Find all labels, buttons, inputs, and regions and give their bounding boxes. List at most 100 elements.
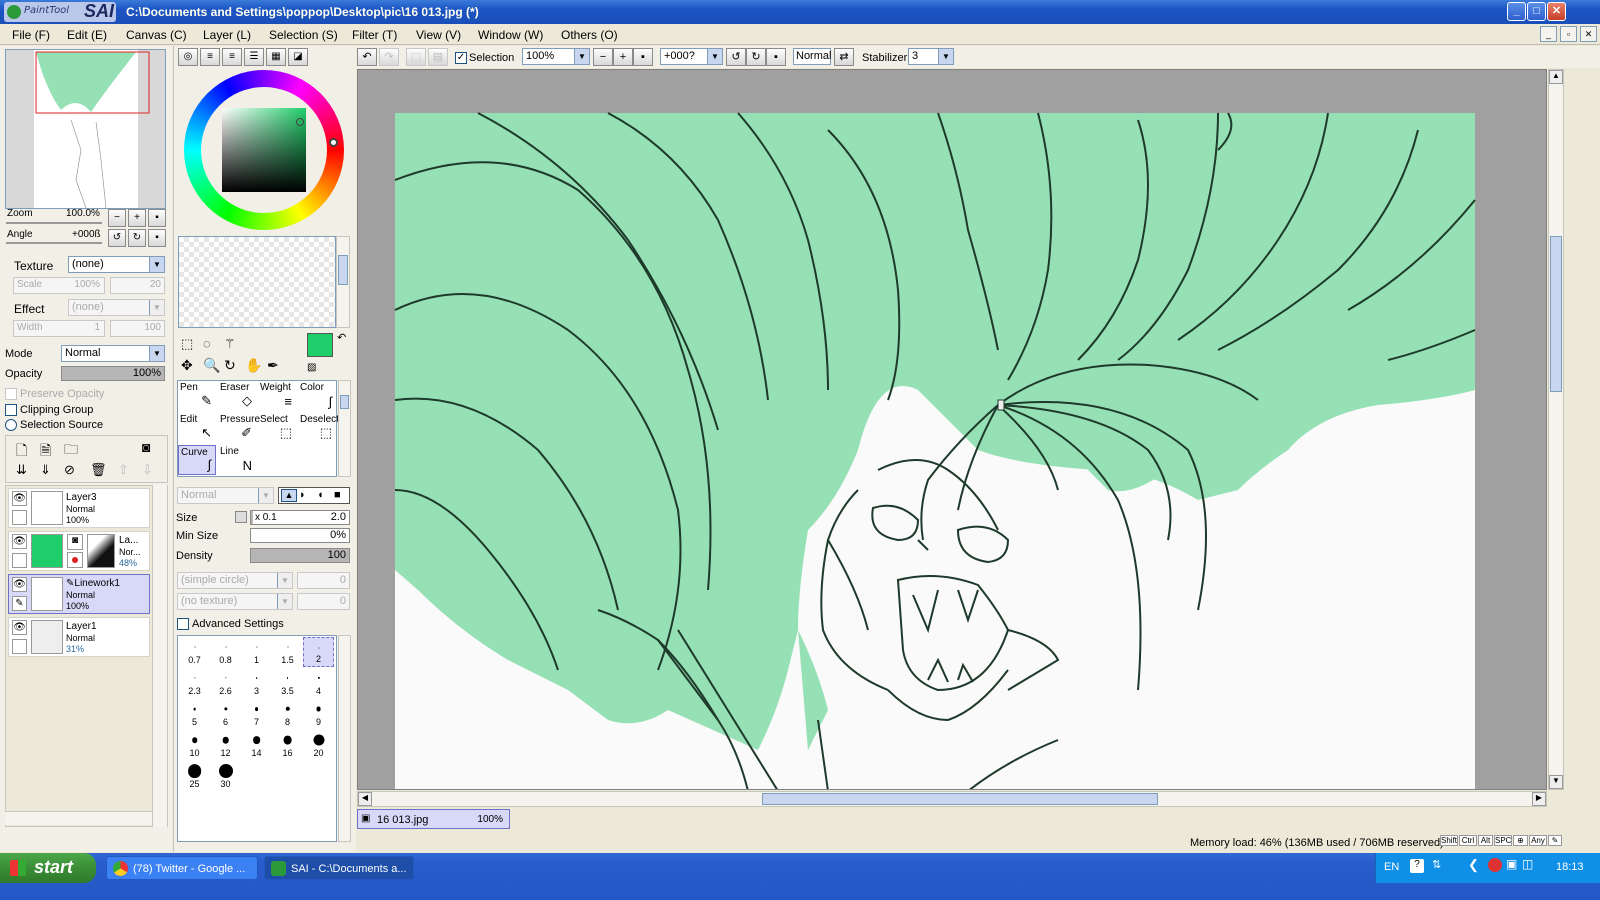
tool-pen[interactable]: Pen ✎ xyxy=(178,381,216,411)
opera-icon[interactable] xyxy=(1488,858,1502,872)
brush-size-cell[interactable]: 2 xyxy=(303,637,334,667)
brush-texture-amount[interactable]: 0 xyxy=(297,593,350,610)
maximize-button[interactable]: □ xyxy=(1527,2,1546,21)
magic-wand-icon[interactable]: ⚚ xyxy=(224,336,236,352)
brush-size-cell[interactable]: 3 xyxy=(241,668,272,698)
tool-line[interactable]: Line N xyxy=(218,445,256,475)
layer-down-icon[interactable]: ⇩ xyxy=(142,462,153,478)
rotate-cw-button[interactable]: ↻ xyxy=(746,48,766,66)
vscroll-thumb[interactable] xyxy=(1550,236,1562,392)
canvas-viewport[interactable] xyxy=(357,69,1547,790)
color-sv-square[interactable] xyxy=(222,108,306,192)
rotate-reset-toolbar-button[interactable]: ▪ xyxy=(766,48,786,66)
layer-mask-icon[interactable]: ◙ xyxy=(142,439,150,455)
invert-selection-button[interactable]: ▤ xyxy=(428,48,448,66)
rotate-tool-icon[interactable]: ↻ xyxy=(224,357,236,374)
selection-source-radio[interactable] xyxy=(5,419,17,431)
layer-row-linework1[interactable]: 👁 ✎ ✎Linework1 Normal 100% xyxy=(8,574,150,614)
brush-shape-select[interactable]: (simple circle) ▼ xyxy=(177,572,293,589)
color-sv-cursor[interactable] xyxy=(296,118,304,126)
zoom-reset-toolbar-button[interactable]: ▪ xyxy=(633,48,653,66)
close-button[interactable]: ✕ xyxy=(1547,2,1566,21)
tray-expand-icon[interactable]: ❮ xyxy=(1468,857,1479,873)
rotate-left-button[interactable]: ↺ xyxy=(108,229,126,247)
layer-list-hscrollbar[interactable] xyxy=(5,811,152,825)
brush-size-cell[interactable]: 14 xyxy=(241,730,272,760)
layer-mode-select[interactable]: Normal ▼ xyxy=(61,345,165,362)
clipping-group-checkbox[interactable] xyxy=(5,404,17,416)
transparent-color-icon[interactable]: ▨ xyxy=(307,362,316,373)
scratchpad-scrollbar[interactable] xyxy=(336,236,350,328)
brush-size-cell[interactable]: 2.6 xyxy=(210,668,241,698)
pen-icon[interactable]: ✎ xyxy=(12,596,27,611)
selection-checkbox[interactable]: ✓ xyxy=(455,52,467,64)
menu-filter[interactable]: Filter (T) xyxy=(352,28,397,42)
size-multiplier-toggle[interactable] xyxy=(235,511,247,523)
layer-list-scrollbar[interactable] xyxy=(152,485,167,827)
tool-grid-scrollbar[interactable] xyxy=(338,380,351,477)
brush-blend-select[interactable]: Normal ▼ xyxy=(177,487,274,504)
volume-icon[interactable]: ◫ xyxy=(1522,857,1533,871)
tool-select[interactable]: Select ⬚ xyxy=(258,413,296,443)
tool-deselect[interactable]: Deselect ⬚ xyxy=(298,413,339,443)
brush-size-cell[interactable]: 20 xyxy=(303,730,334,760)
hue-cursor[interactable] xyxy=(329,138,338,147)
canvas-vscrollbar[interactable]: ▲ ▼ xyxy=(1548,69,1564,790)
effect-select[interactable]: (none) ▼ xyxy=(68,299,165,316)
taskbar-item-sai[interactable]: SAI - C:\Documents a... xyxy=(264,856,414,880)
lock-toggle[interactable] xyxy=(12,639,27,654)
clear-selection-button[interactable]: ⬚ xyxy=(406,48,426,66)
rect-select-icon[interactable]: ⬚ xyxy=(181,336,193,352)
mask-link-icon[interactable] xyxy=(67,552,83,568)
brush-size-cell[interactable]: 1.5 xyxy=(272,637,303,667)
effect-width-field[interactable]: Width 1 xyxy=(13,320,105,337)
brush-size-cell[interactable]: 8 xyxy=(272,699,303,729)
swatches-mode-icon[interactable]: ▦ xyxy=(266,48,286,66)
eye-icon[interactable]: 👁 xyxy=(12,534,27,549)
advanced-settings-checkbox[interactable] xyxy=(177,618,189,630)
network-icon[interactable]: ⇅ xyxy=(1432,858,1441,871)
effect-amount-field[interactable]: 100 xyxy=(110,320,165,337)
brush-size-cell[interactable]: 7 xyxy=(241,699,272,729)
texture-amount-field[interactable]: 20 xyxy=(110,277,165,294)
menu-view[interactable]: View (V) xyxy=(416,28,461,42)
brush-size-cell[interactable]: 2.3 xyxy=(179,668,210,698)
brush-size-cell[interactable]: 25 xyxy=(179,761,210,791)
hscroll-thumb[interactable] xyxy=(762,793,1158,805)
language-indicator[interactable]: EN xyxy=(1384,861,1399,873)
rotate-ccw-button[interactable]: ↺ xyxy=(726,48,746,66)
menu-others[interactable]: Others (O) xyxy=(561,28,618,42)
zoom-out-toolbar-button[interactable]: − xyxy=(593,48,613,66)
redo-button[interactable]: ↷ xyxy=(379,48,399,66)
undo-button[interactable]: ↶ xyxy=(357,48,377,66)
min-size-slider[interactable]: 0% xyxy=(250,528,350,543)
minimize-button[interactable]: _ xyxy=(1507,2,1526,21)
taskbar-item-twitter[interactable]: (78) Twitter - Google ... xyxy=(106,856,258,880)
mask-enabled-icon[interactable]: ◙ xyxy=(67,534,83,550)
hand-icon[interactable]: ✋ xyxy=(245,357,262,374)
density-slider[interactable]: 100 xyxy=(250,548,350,563)
eye-icon[interactable]: 👁 xyxy=(12,577,27,592)
brush-size-cell[interactable]: 1 xyxy=(241,637,272,667)
brush-size-cell[interactable]: 6 xyxy=(210,699,241,729)
clear-layer-icon[interactable]: ⊘ xyxy=(64,462,75,478)
new-layer-icon[interactable]: 🗋 xyxy=(16,440,27,464)
tool-pressure[interactable]: Pressure ✐ xyxy=(218,413,260,443)
brush-size-cell[interactable]: 30 xyxy=(210,761,241,791)
move-icon[interactable]: ✥ xyxy=(181,357,193,374)
scratchpad[interactable] xyxy=(178,236,336,328)
start-button[interactable]: start xyxy=(0,853,96,883)
preserve-opacity-checkbox[interactable] xyxy=(5,388,17,400)
color-wheel-mode-icon[interactable]: ◎ xyxy=(178,48,198,66)
eye-icon[interactable]: 👁 xyxy=(12,491,27,506)
main-color-swatch[interactable] xyxy=(307,333,333,357)
eyedropper-icon[interactable]: ✒ xyxy=(267,357,279,374)
merge-down-icon[interactable]: ⇓ xyxy=(40,462,51,478)
brush-size-cell[interactable]: 12 xyxy=(210,730,241,760)
gradient-slider-mode-icon[interactable]: ☰ xyxy=(244,48,264,66)
menu-canvas[interactable]: Canvas (C) xyxy=(126,28,187,42)
layer-row-color[interactable]: 👁 ◙ La... Nor... 48% xyxy=(8,531,150,571)
tool-edit[interactable]: Edit ↖ xyxy=(178,413,216,443)
artwork-canvas[interactable] xyxy=(358,70,1547,790)
transfer-down-icon[interactable]: ⇊ xyxy=(16,462,27,478)
